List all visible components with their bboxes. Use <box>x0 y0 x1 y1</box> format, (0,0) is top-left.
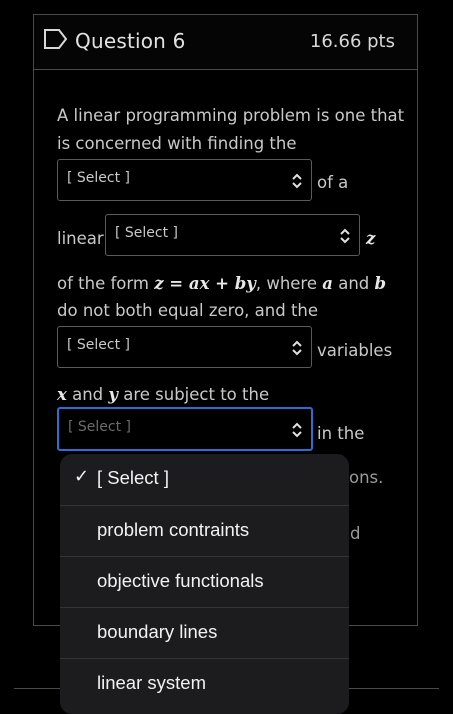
chevron-updown-icon <box>291 340 303 360</box>
checkmark-icon: ✓ <box>74 466 90 487</box>
dropdown-option-objective-functionals[interactable]: objective functionals <box>60 556 349 607</box>
text-in-the: in the <box>317 424 365 443</box>
text-variables: variables <box>317 341 393 360</box>
option-label: objective functionals <box>97 570 264 591</box>
math-equation: z = ax + by <box>154 274 256 293</box>
text-partial-d: d <box>350 524 361 543</box>
dropdown-option-boundary-lines[interactable]: boundary lines <box>60 607 349 658</box>
math-b: b <box>374 274 387 293</box>
math-y: y <box>108 385 118 404</box>
question-header: Question 6 16.66 pts <box>34 15 417 70</box>
text-form-line: of the form z = ax + by, where a and b <box>57 270 386 298</box>
text-partial-ons: ons. <box>349 468 384 487</box>
text-both-zero: do not both equal zero, and the <box>57 301 319 320</box>
math-z: z <box>366 229 376 248</box>
text-and: and <box>332 274 375 293</box>
question-text-line2: is concerned with finding the <box>57 134 297 153</box>
dropdown-option-linear-system[interactable]: linear system <box>60 658 349 709</box>
option-label: [ Select ] <box>97 467 169 488</box>
question-text-line1: A linear programming problem is one that <box>57 106 405 125</box>
text-of-the-form: of the form <box>57 274 155 293</box>
select-label: [ Select ] <box>67 170 131 186</box>
option-label: problem contraints <box>97 519 250 540</box>
select-label: [ Select ] <box>115 225 179 241</box>
chevron-updown-icon <box>291 422 303 442</box>
math-x: x <box>57 385 67 404</box>
math-a: a <box>322 274 333 293</box>
chevron-updown-icon <box>339 228 351 248</box>
dropdown-option-select[interactable]: ✓ [ Select ] <box>60 454 349 505</box>
question-points: 16.66 pts <box>309 31 395 52</box>
select-dropdown-menu: ✓ [ Select ] problem contraints objectiv… <box>60 454 349 714</box>
question-title: Question 6 <box>75 29 186 53</box>
chevron-updown-icon <box>291 173 303 193</box>
answer-select-1[interactable]: [ Select ] <box>57 159 312 201</box>
text-of-a: of a <box>317 173 349 192</box>
select-label: [ Select ] <box>67 337 131 353</box>
option-label: boundary lines <box>97 621 218 642</box>
text-linear: linear <box>57 229 104 248</box>
answer-select-3[interactable]: [ Select ] <box>57 326 312 368</box>
text-where: , where <box>255 274 323 293</box>
answer-select-2[interactable]: [ Select ] <box>105 214 360 256</box>
text-and: and <box>66 385 109 404</box>
select-label: [ Select ] <box>68 419 132 435</box>
dropdown-option-problem-contraints[interactable]: problem contraints <box>60 505 349 556</box>
answer-select-4[interactable]: [ Select ] <box>57 407 313 451</box>
flag-icon[interactable] <box>43 28 69 54</box>
text-subject-line: x and y are subject to the <box>57 381 269 409</box>
text-subject-to: are subject to the <box>117 385 270 404</box>
option-label: linear system <box>97 672 206 693</box>
